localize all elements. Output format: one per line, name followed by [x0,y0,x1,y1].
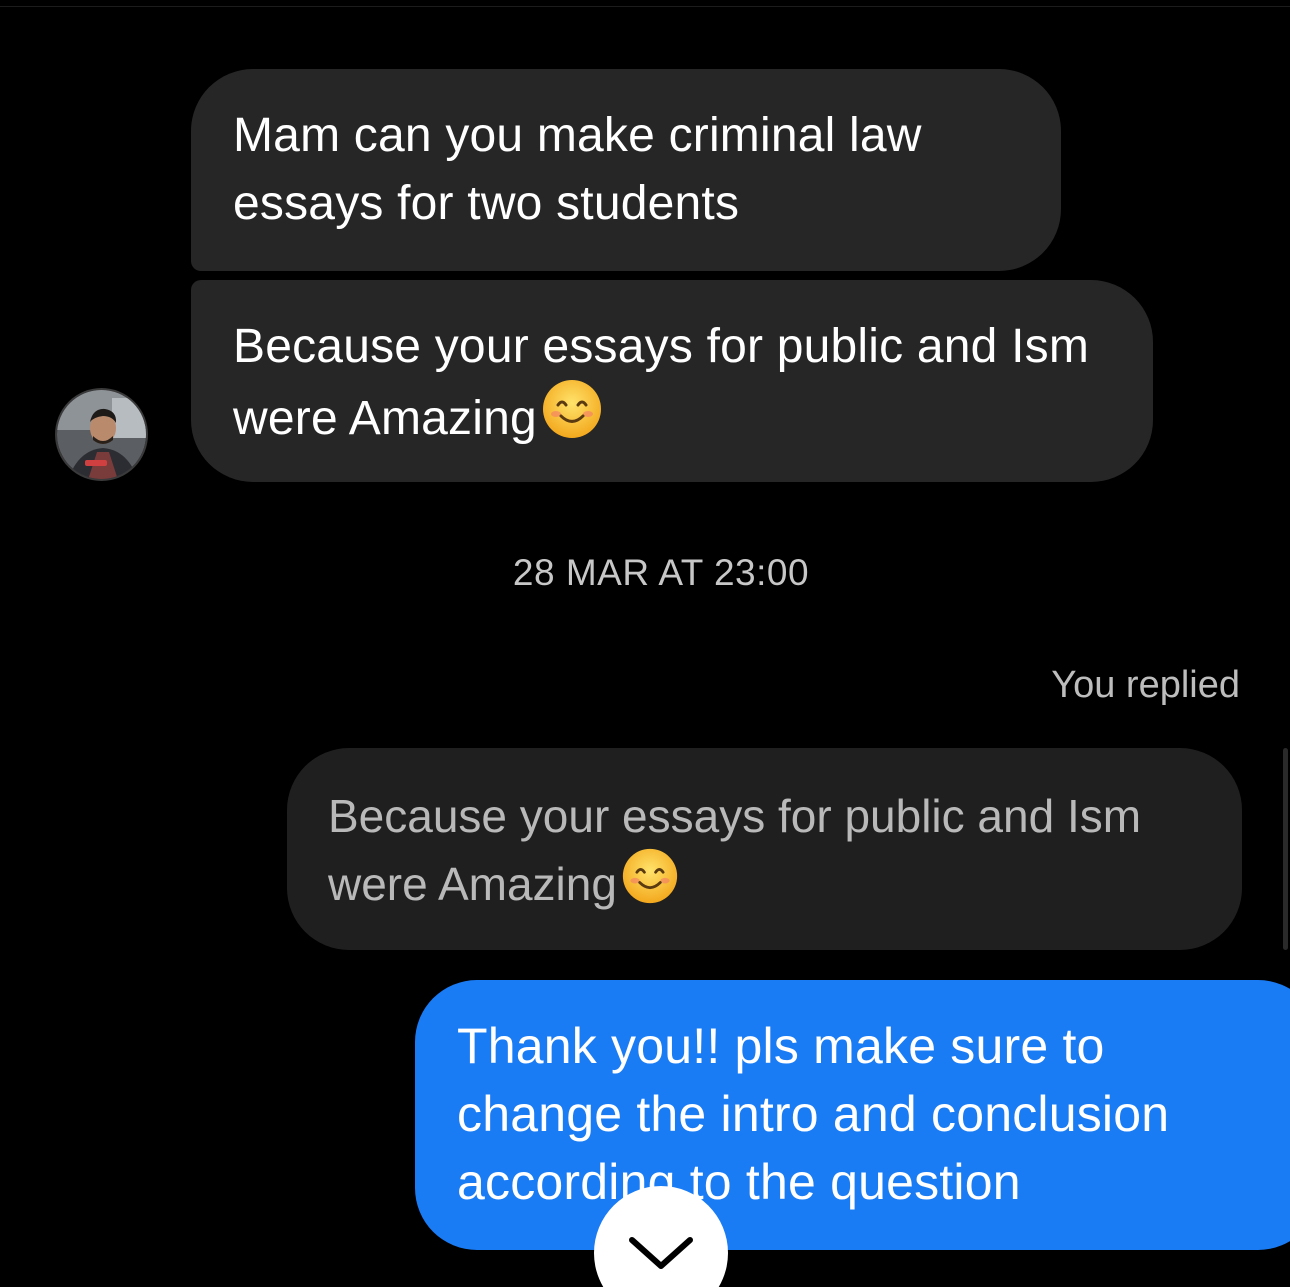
header-divider [0,6,1290,7]
message-text: Thank you!! pls make sure to change the … [457,1018,1170,1210]
scrollbar[interactable] [1283,748,1288,950]
quoted-message-bubble[interactable]: Because your essays for public and Ism w… [287,748,1242,950]
chat-screen: Mam can you make criminal law essays for… [0,0,1290,1287]
message-text: Because your essays for public and Ism w… [233,320,1090,446]
smiling-face-emoji-icon [621,847,679,923]
outgoing-message-bubble[interactable]: Thank you!! pls make sure to change the … [415,980,1290,1250]
quoted-message-text: Because your essays for public and Ism w… [328,790,1142,911]
message-text: Mam can you make criminal law essays for… [233,109,922,230]
chevron-down-icon [629,1237,693,1269]
incoming-message-bubble[interactable]: Mam can you make criminal law essays for… [191,69,1061,271]
message-timestamp: 28 MAR AT 23:00 [512,552,810,593]
you-replied-label: You replied [1051,664,1240,706]
avatar[interactable] [55,388,148,481]
incoming-message-bubble[interactable]: Because your essays for public and Ism w… [191,280,1153,482]
smiling-face-emoji-icon [541,378,603,459]
